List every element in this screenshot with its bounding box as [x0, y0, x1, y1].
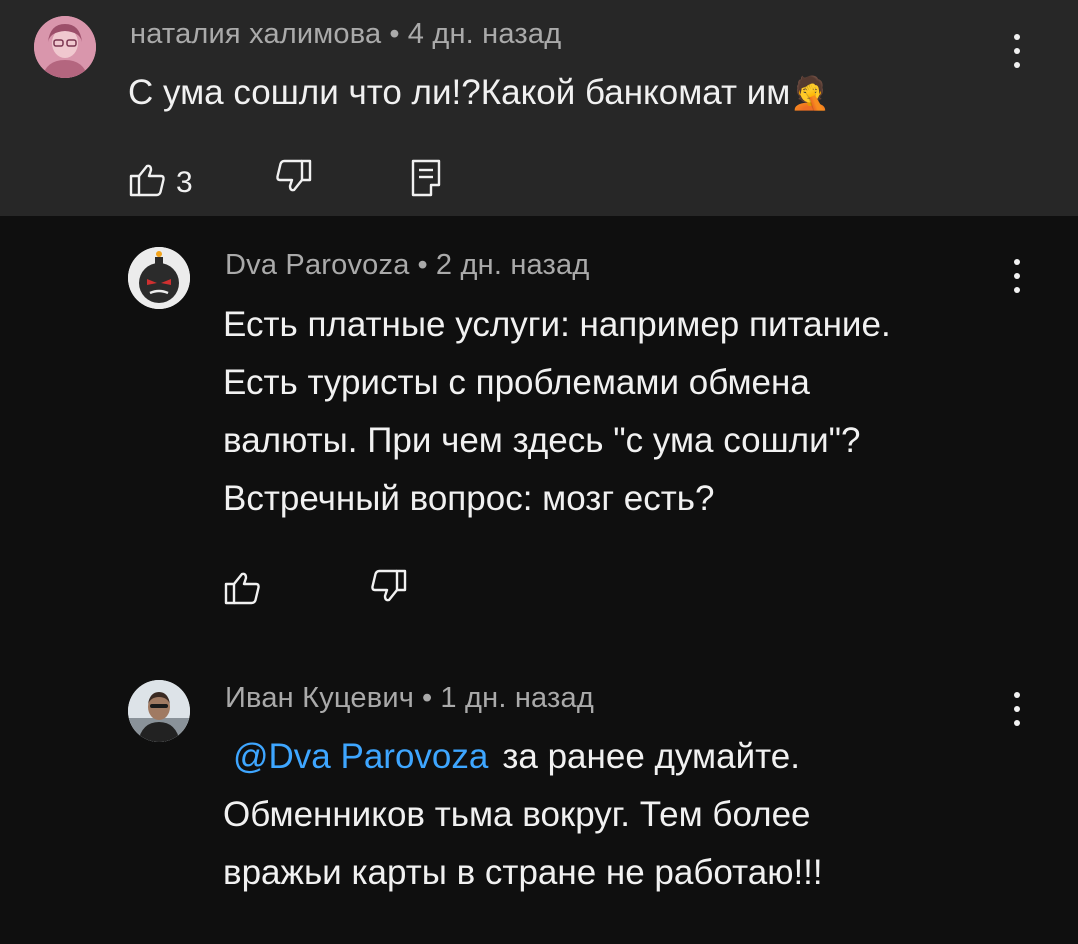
comment-meta: наталия халимова • 4 дн. назад	[130, 18, 561, 51]
author-name[interactable]: Иван Куцевич	[225, 682, 414, 714]
like-count: 3	[176, 166, 193, 199]
comment-text: Есть платные услуги: например питание. Е…	[223, 296, 891, 528]
comment-text-line: Встречный вопрос: мозг есть?	[223, 479, 715, 518]
like-button[interactable]	[128, 162, 168, 198]
dislike-icon	[371, 569, 407, 602]
comment-text-line: валюты. При чем здесь "с ума сошли"?	[223, 421, 861, 460]
like-icon	[224, 572, 260, 605]
reply-icon	[411, 159, 441, 197]
avatar-image	[34, 16, 96, 78]
comment-text-line: вражьи карты в стране не работаю!!!	[223, 853, 823, 892]
comment-text-line: Есть туристы с проблемами обмена	[223, 363, 810, 402]
avatar-image	[128, 680, 190, 742]
comment-time[interactable]: 2 дн. назад	[436, 249, 590, 281]
comment-text-body: С ума сошли что ли!?Какой банкомат им	[128, 73, 791, 112]
comment-text: @Dva Parovoza за ранее думайте. Обменнико…	[223, 728, 823, 902]
dislike-icon	[276, 159, 312, 192]
comment-meta: Dva Parovoza • 2 дн. назад	[225, 249, 590, 282]
avatar[interactable]	[128, 680, 190, 742]
avatar[interactable]	[128, 247, 190, 309]
more-vert-icon[interactable]	[1002, 30, 1032, 74]
meta-separator: •	[389, 18, 400, 50]
like-button[interactable]	[223, 570, 263, 606]
more-vert-icon[interactable]	[1002, 255, 1032, 299]
avatar[interactable]	[34, 16, 96, 78]
meta-separator: •	[422, 682, 433, 714]
comment-text-line: @Dva Parovoza за ранее думайте.	[223, 728, 823, 786]
meta-separator: •	[417, 249, 428, 281]
dislike-button[interactable]	[273, 158, 313, 194]
comment-time[interactable]: 4 дн. назад	[408, 18, 562, 50]
reply-button[interactable]	[410, 158, 444, 198]
avatar-image	[128, 247, 190, 309]
dislike-button[interactable]	[368, 568, 408, 604]
author-name[interactable]: наталия халимова	[130, 18, 381, 50]
comment-text: С ума сошли что ли!?Какой банкомат им🤦	[128, 64, 830, 122]
comment-time[interactable]: 1 дн. назад	[440, 682, 594, 714]
comment-parent: наталия халимова • 4 дн. назад С ума сошли…	[0, 0, 1078, 216]
comment-text-line: Есть платные услуги: например питание.	[223, 305, 891, 344]
like-icon	[129, 164, 165, 197]
mention-link[interactable]: @Dva Parovoza	[233, 737, 488, 776]
author-name[interactable]: Dva Parovoza	[225, 249, 410, 281]
comment-text-line: Обменников тьма вокруг. Тем более	[223, 795, 811, 834]
more-vert-icon[interactable]	[1002, 688, 1032, 732]
comment-meta: Иван Куцевич • 1 дн. назад	[225, 682, 594, 715]
comment-text-segment: за ранее думайте.	[502, 737, 800, 776]
facepalm-emoji: 🤦	[790, 75, 831, 111]
